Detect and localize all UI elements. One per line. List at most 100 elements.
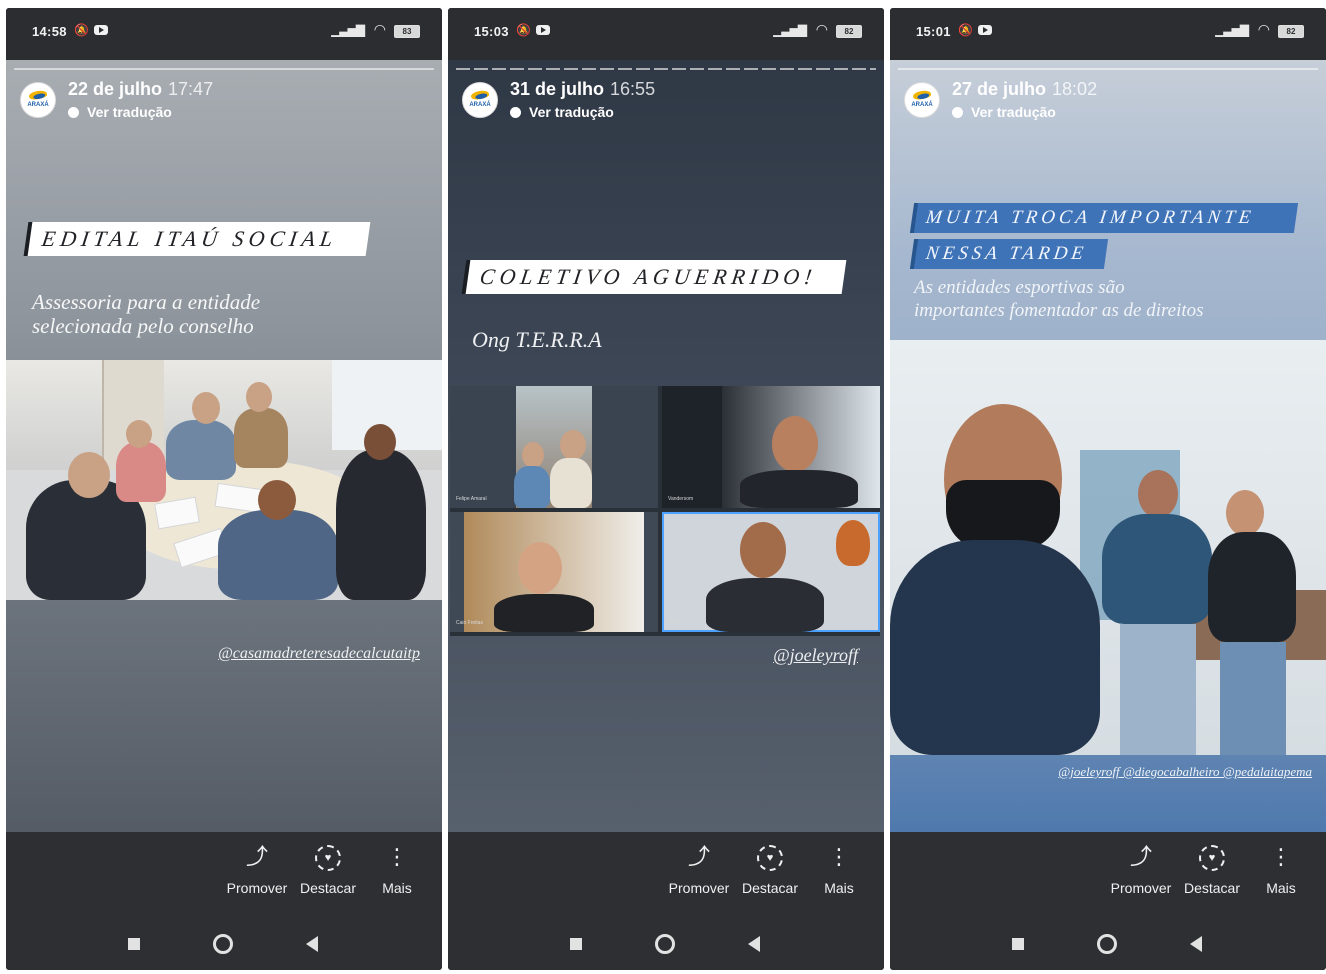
battery-icon: 83 [394, 25, 420, 38]
story-date: 22 de julho 17:47 [68, 79, 214, 99]
highlight-heart-icon: ♥ [293, 844, 363, 872]
logo-bird-icon [470, 89, 490, 101]
avatar-brand-text: ARAXÁ [469, 102, 491, 108]
status-time: 15:01 [916, 24, 951, 39]
video-tile-caption: Maik [668, 620, 679, 626]
avatar-brand-text: ARAXÁ [911, 102, 933, 108]
meeting-photo [6, 360, 442, 600]
android-nav-bar [6, 920, 442, 970]
see-translation-link[interactable]: Ver tradução [952, 104, 1056, 120]
status-bar: 15:03 🔕 ▁▃▅▇ ◠ 82 [448, 8, 884, 60]
trending-up-icon: ⤴ [687, 844, 710, 869]
highlight-button[interactable]: ♥ Destacar [1177, 844, 1247, 896]
home-icon[interactable] [655, 934, 675, 954]
highlight-heart-icon: ♥ [735, 844, 805, 872]
back-icon[interactable] [306, 936, 318, 952]
translate-icon [952, 107, 963, 118]
mute-icon: 🔕 [516, 23, 531, 37]
story-hour: 16:55 [610, 79, 656, 99]
status-bar: 14:58 🔕 ▁▃▅▇ ◠ 83 [6, 8, 442, 60]
story-title: EDITAL ITAÚ SOCIAL [27, 222, 371, 256]
story-progress-bar [14, 68, 434, 70]
android-nav-bar [448, 920, 884, 970]
more-button[interactable]: ⋮ Mais [362, 844, 432, 896]
video-tile: Caio Freitas [450, 512, 658, 632]
account-avatar[interactable]: ARAXÁ [462, 82, 498, 118]
highlight-button[interactable]: ♥ Destacar [735, 844, 805, 896]
highlight-heart-icon: ♥ [1177, 844, 1247, 872]
story-mention[interactable]: @casamadreteresadecalcutaitp [218, 645, 420, 663]
signal-icon: ▁▃▅▇ [331, 23, 365, 37]
battery-icon: 82 [1278, 25, 1304, 38]
promote-button[interactable]: ⤴ Promover [664, 844, 734, 896]
recent-apps-icon[interactable] [570, 938, 582, 950]
account-avatar[interactable]: ARAXÁ [20, 82, 56, 118]
video-tile-caption: Felipe Amaral [456, 496, 487, 502]
story-view[interactable]: ARAXÁ 27 de julho 18:02 Ver tradução MUIT… [890, 60, 1326, 832]
highlight-button[interactable]: ♥ Destacar [293, 844, 363, 896]
phone-screen-2: 15:03 🔕 ▁▃▅▇ ◠ 82 ARAXÁ 31 de julho 16:55… [448, 8, 884, 970]
signal-icon: ▁▃▅▇ [1215, 23, 1249, 37]
story-title-line-1: MUITA TROCA IMPORTANTE [913, 203, 1299, 233]
youtube-icon [94, 25, 108, 35]
status-time: 14:58 [32, 24, 67, 39]
story-progress-bar [898, 68, 1318, 70]
more-vertical-icon: ⋮ [828, 844, 850, 869]
story-date: 31 de julho 16:55 [510, 79, 656, 99]
wifi-icon: ◠ [815, 21, 828, 37]
mute-icon: 🔕 [74, 23, 89, 37]
video-tile-active-speaker: Maik [662, 512, 880, 632]
wifi-icon: ◠ [373, 21, 386, 37]
translate-icon [510, 107, 521, 118]
story-action-bar: ⤴ Promover ♥ Destacar ⋮ Mais [448, 832, 884, 970]
status-time: 15:03 [474, 24, 509, 39]
android-nav-bar [890, 920, 1326, 970]
story-hour: 18:02 [1052, 79, 1098, 99]
back-icon[interactable] [1190, 936, 1202, 952]
story-view[interactable]: ARAXÁ 31 de julho 16:55 Ver tradução COLE… [448, 60, 884, 832]
see-translation-link[interactable]: Ver tradução [510, 104, 614, 120]
story-mention[interactable]: @joeleyroff @diegocabalheiro @pedalaitap… [1058, 764, 1312, 780]
trending-up-icon: ⤴ [245, 844, 268, 869]
logo-bird-icon [912, 89, 932, 101]
story-title: COLETIVO AGUERRIDO! [465, 260, 847, 294]
promote-button[interactable]: ⤴ Promover [1106, 844, 1176, 896]
more-vertical-icon: ⋮ [386, 844, 408, 869]
story-mention[interactable]: @joeleyroff [773, 645, 858, 666]
youtube-icon [978, 25, 992, 35]
status-bar: 15:01 🔕 ▁▃▅▇ ◠ 82 [890, 8, 1326, 60]
story-action-bar: ⤴ Promover ♥ Destacar ⋮ Mais [890, 832, 1326, 970]
youtube-icon [536, 25, 550, 35]
video-tile: Felipe Amaral [450, 386, 658, 508]
promote-button[interactable]: ⤴ Promover [222, 844, 292, 896]
phone-screen-1: 14:58 🔕 ▁▃▅▇ ◠ 83 ARAXÁ 22 de julho 17:47… [6, 8, 442, 970]
story-action-bar: ⤴ Promover ♥ Destacar ⋮ Mais [6, 832, 442, 970]
recent-apps-icon[interactable] [128, 938, 140, 950]
see-translation-link[interactable]: Ver tradução [68, 104, 172, 120]
story-progress-bar [456, 68, 876, 70]
account-avatar[interactable]: ARAXÁ [904, 82, 940, 118]
phone-screen-3: 15:01 🔕 ▁▃▅▇ ◠ 82 ARAXÁ 27 de julho 18:02… [890, 8, 1326, 970]
recent-apps-icon[interactable] [1012, 938, 1024, 950]
story-subtitle: Ong T.E.R.R.A [472, 327, 602, 352]
trending-up-icon: ⤴ [1129, 844, 1152, 869]
story-hour: 17:47 [168, 79, 214, 99]
mute-icon: 🔕 [958, 23, 973, 37]
more-button[interactable]: ⋮ Mais [804, 844, 874, 896]
home-icon[interactable] [1097, 934, 1117, 954]
story-date: 27 de julho 18:02 [952, 79, 1098, 99]
wifi-icon: ◠ [1257, 21, 1270, 37]
story-subtitle: Assessoria para a entidade selecionada p… [32, 290, 261, 338]
translate-icon [68, 107, 79, 118]
avatar-brand-text: ARAXÁ [27, 102, 49, 108]
signal-icon: ▁▃▅▇ [773, 23, 807, 37]
video-tile: Vandersom [662, 386, 880, 508]
story-title-line-2: NESSA TARDE [913, 239, 1109, 269]
back-icon[interactable] [748, 936, 760, 952]
more-button[interactable]: ⋮ Mais [1246, 844, 1316, 896]
story-view[interactable]: ARAXÁ 22 de julho 17:47 Ver tradução EDIT… [6, 60, 442, 832]
home-icon[interactable] [213, 934, 233, 954]
more-vertical-icon: ⋮ [1270, 844, 1292, 869]
video-tile-caption: Vandersom [668, 496, 694, 502]
story-subtitle: As entidades esportivas são importantes … [914, 277, 1204, 321]
